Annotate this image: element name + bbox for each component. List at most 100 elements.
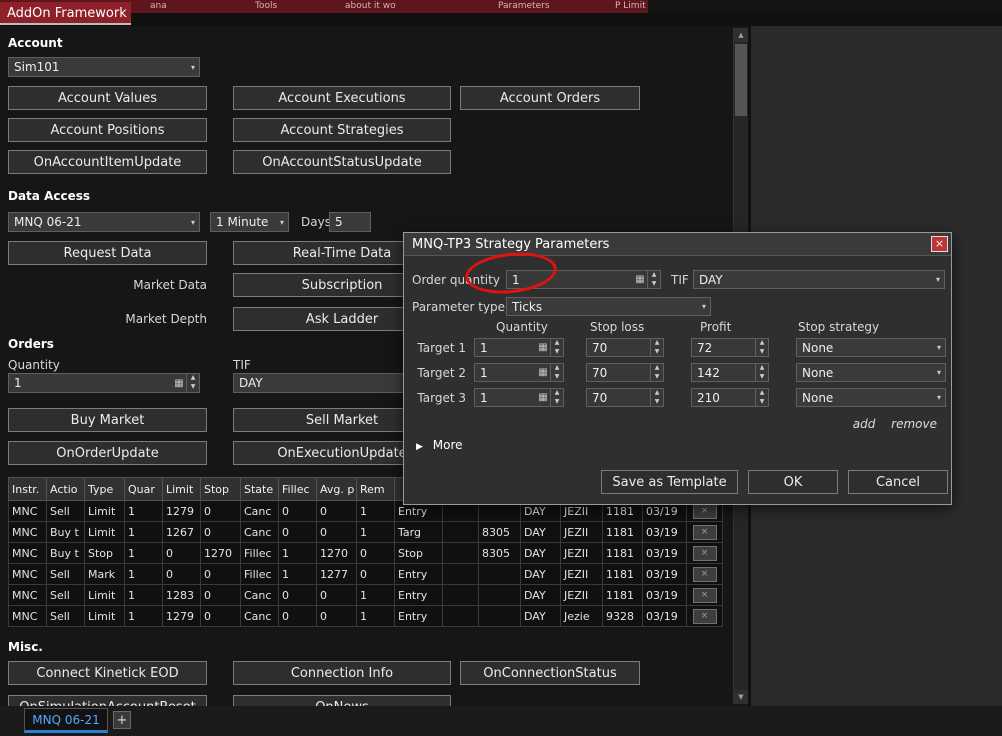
scroll-thumb[interactable] — [735, 44, 747, 116]
orders-table-header[interactable]: Avg. p — [317, 478, 357, 501]
orders-table-header[interactable]: Fillec — [279, 478, 317, 501]
spinner[interactable]: ▲ ▼ — [755, 389, 768, 406]
instrument-tab[interactable]: MNQ 06-21 — [24, 708, 108, 733]
spin-up-icon[interactable]: ▲ — [651, 389, 663, 398]
target-profit-field[interactable]: 72 ▲ ▼ — [691, 338, 769, 357]
spin-up-icon[interactable]: ▲ — [648, 271, 660, 280]
cancel-order-button[interactable]: × — [692, 608, 717, 624]
target-strategy-select[interactable]: None ▾ — [796, 338, 946, 357]
on-account-status-update-button[interactable]: OnAccountStatusUpdate — [233, 150, 451, 174]
ok-button[interactable]: OK — [748, 470, 838, 494]
target-stop-loss-field[interactable]: 70 ▲ ▼ — [586, 338, 664, 357]
account-orders-button[interactable]: Account Orders — [460, 86, 640, 110]
spin-down-icon[interactable]: ▼ — [651, 348, 663, 357]
add-tab-button[interactable]: + — [113, 711, 131, 729]
cancel-order-button[interactable]: × — [692, 587, 717, 603]
calculator-icon[interactable]: ▦ — [172, 378, 186, 389]
cancel-order-button[interactable]: × — [692, 503, 717, 519]
on-simulation-account-reset-button[interactable]: OnSimulationAccountReset — [8, 695, 207, 706]
spin-down-icon[interactable]: ▼ — [648, 280, 660, 289]
on-news-button[interactable]: OnNews — [233, 695, 451, 706]
order-quantity-field[interactable]: 1 ▦ ▲ ▼ — [8, 373, 200, 393]
parameter-type-select[interactable]: Ticks ▾ — [506, 297, 711, 316]
on-order-update-button[interactable]: OnOrderUpdate — [8, 441, 207, 465]
save-as-template-button[interactable]: Save as Template — [601, 470, 738, 494]
account-select[interactable]: Sim101 ▾ — [8, 57, 200, 77]
target-strategy-select[interactable]: None ▾ — [796, 363, 946, 382]
account-strategies-button[interactable]: Account Strategies — [233, 118, 451, 142]
interval-select[interactable]: 1 Minute ▾ — [210, 212, 289, 232]
calculator-icon[interactable]: ▦ — [536, 342, 550, 353]
remove-target-link[interactable]: remove — [891, 417, 937, 431]
orders-table-header[interactable]: Instr. — [9, 478, 47, 501]
more-expander[interactable]: ▶ More — [416, 438, 463, 452]
spin-up-icon[interactable]: ▲ — [756, 389, 768, 398]
account-values-button[interactable]: Account Values — [8, 86, 207, 110]
connect-kinetick-button[interactable]: Connect Kinetick EOD — [8, 661, 207, 685]
spin-down-icon[interactable]: ▼ — [756, 398, 768, 407]
orders-table-header[interactable]: Rem — [357, 478, 395, 501]
dialog-title-bar[interactable]: MNQ-TP3 Strategy Parameters — [404, 233, 951, 256]
target-strategy-select[interactable]: None ▾ — [796, 388, 946, 407]
spin-down-icon[interactable]: ▼ — [551, 348, 563, 357]
spinner[interactable]: ▲ ▼ — [755, 339, 768, 356]
spin-up-icon[interactable]: ▲ — [651, 364, 663, 373]
cancel-order-button[interactable]: × — [692, 566, 717, 582]
scroll-down-icon[interactable]: ▼ — [734, 690, 748, 704]
target-stop-loss-field[interactable]: 70 ▲ ▼ — [586, 388, 664, 407]
orders-table-header[interactable]: Limit — [163, 478, 201, 501]
target-quantity-field[interactable]: 1 ▦ ▲ ▼ — [474, 388, 564, 407]
days-input[interactable]: 5 — [329, 212, 371, 232]
orders-table-header[interactable]: Stop — [201, 478, 241, 501]
scroll-up-icon[interactable]: ▲ — [734, 28, 748, 42]
cancel-button[interactable]: Cancel — [848, 470, 948, 494]
orders-table-header[interactable]: Actio — [47, 478, 85, 501]
target-profit-field[interactable]: 210 ▲ ▼ — [691, 388, 769, 407]
spin-up-icon[interactable]: ▲ — [551, 389, 563, 398]
account-executions-button[interactable]: Account Executions — [233, 86, 451, 110]
cancel-order-button[interactable]: × — [692, 524, 717, 540]
spinner[interactable]: ▲ ▼ — [650, 339, 663, 356]
orders-table-header[interactable]: State — [241, 478, 279, 501]
spinner[interactable]: ▲ ▼ — [550, 339, 563, 356]
spinner[interactable]: ▲ ▼ — [550, 389, 563, 406]
spin-down-icon[interactable]: ▼ — [187, 383, 199, 392]
spinner[interactable]: ▲ ▼ — [650, 389, 663, 406]
spin-down-icon[interactable]: ▼ — [651, 373, 663, 382]
orders-table-header[interactable]: Quar — [125, 478, 163, 501]
addon-framework-tab[interactable]: AddOn Framework — [0, 2, 131, 25]
account-positions-button[interactable]: Account Positions — [8, 118, 207, 142]
spin-up-icon[interactable]: ▲ — [187, 374, 199, 383]
orders-table-header[interactable]: Type — [85, 478, 125, 501]
target-quantity-field[interactable]: 1 ▦ ▲ ▼ — [474, 338, 564, 357]
cancel-order-button[interactable]: × — [692, 545, 717, 561]
buy-market-button[interactable]: Buy Market — [8, 408, 207, 432]
quantity-spinner[interactable]: ▲ ▼ — [186, 374, 199, 392]
target-stop-loss-field[interactable]: 70 ▲ ▼ — [586, 363, 664, 382]
spinner[interactable]: ▲ ▼ — [650, 364, 663, 381]
spin-up-icon[interactable]: ▲ — [651, 339, 663, 348]
calculator-icon[interactable]: ▦ — [633, 274, 647, 285]
on-connection-status-button[interactable]: OnConnectionStatus — [460, 661, 640, 685]
dialog-tif-select[interactable]: DAY ▾ — [693, 270, 945, 289]
spin-down-icon[interactable]: ▼ — [551, 398, 563, 407]
spin-down-icon[interactable]: ▼ — [551, 373, 563, 382]
close-icon[interactable]: × — [931, 236, 948, 252]
target-quantity-field[interactable]: 1 ▦ ▲ ▼ — [474, 363, 564, 382]
request-data-button[interactable]: Request Data — [8, 241, 207, 265]
spin-up-icon[interactable]: ▲ — [551, 339, 563, 348]
spin-down-icon[interactable]: ▼ — [651, 398, 663, 407]
spin-down-icon[interactable]: ▼ — [756, 348, 768, 357]
spin-up-icon[interactable]: ▲ — [756, 364, 768, 373]
target-profit-field[interactable]: 142 ▲ ▼ — [691, 363, 769, 382]
connection-info-button[interactable]: Connection Info — [233, 661, 451, 685]
spin-down-icon[interactable]: ▼ — [756, 373, 768, 382]
add-target-link[interactable]: add — [853, 417, 876, 431]
on-account-item-update-button[interactable]: OnAccountItemUpdate — [8, 150, 207, 174]
calculator-icon[interactable]: ▦ — [536, 367, 550, 378]
calculator-icon[interactable]: ▦ — [536, 392, 550, 403]
instrument-select[interactable]: MNQ 06-21 ▾ — [8, 212, 200, 232]
spinner[interactable]: ▲ ▼ — [550, 364, 563, 381]
spin-up-icon[interactable]: ▲ — [551, 364, 563, 373]
spinner[interactable]: ▲ ▼ — [755, 364, 768, 381]
